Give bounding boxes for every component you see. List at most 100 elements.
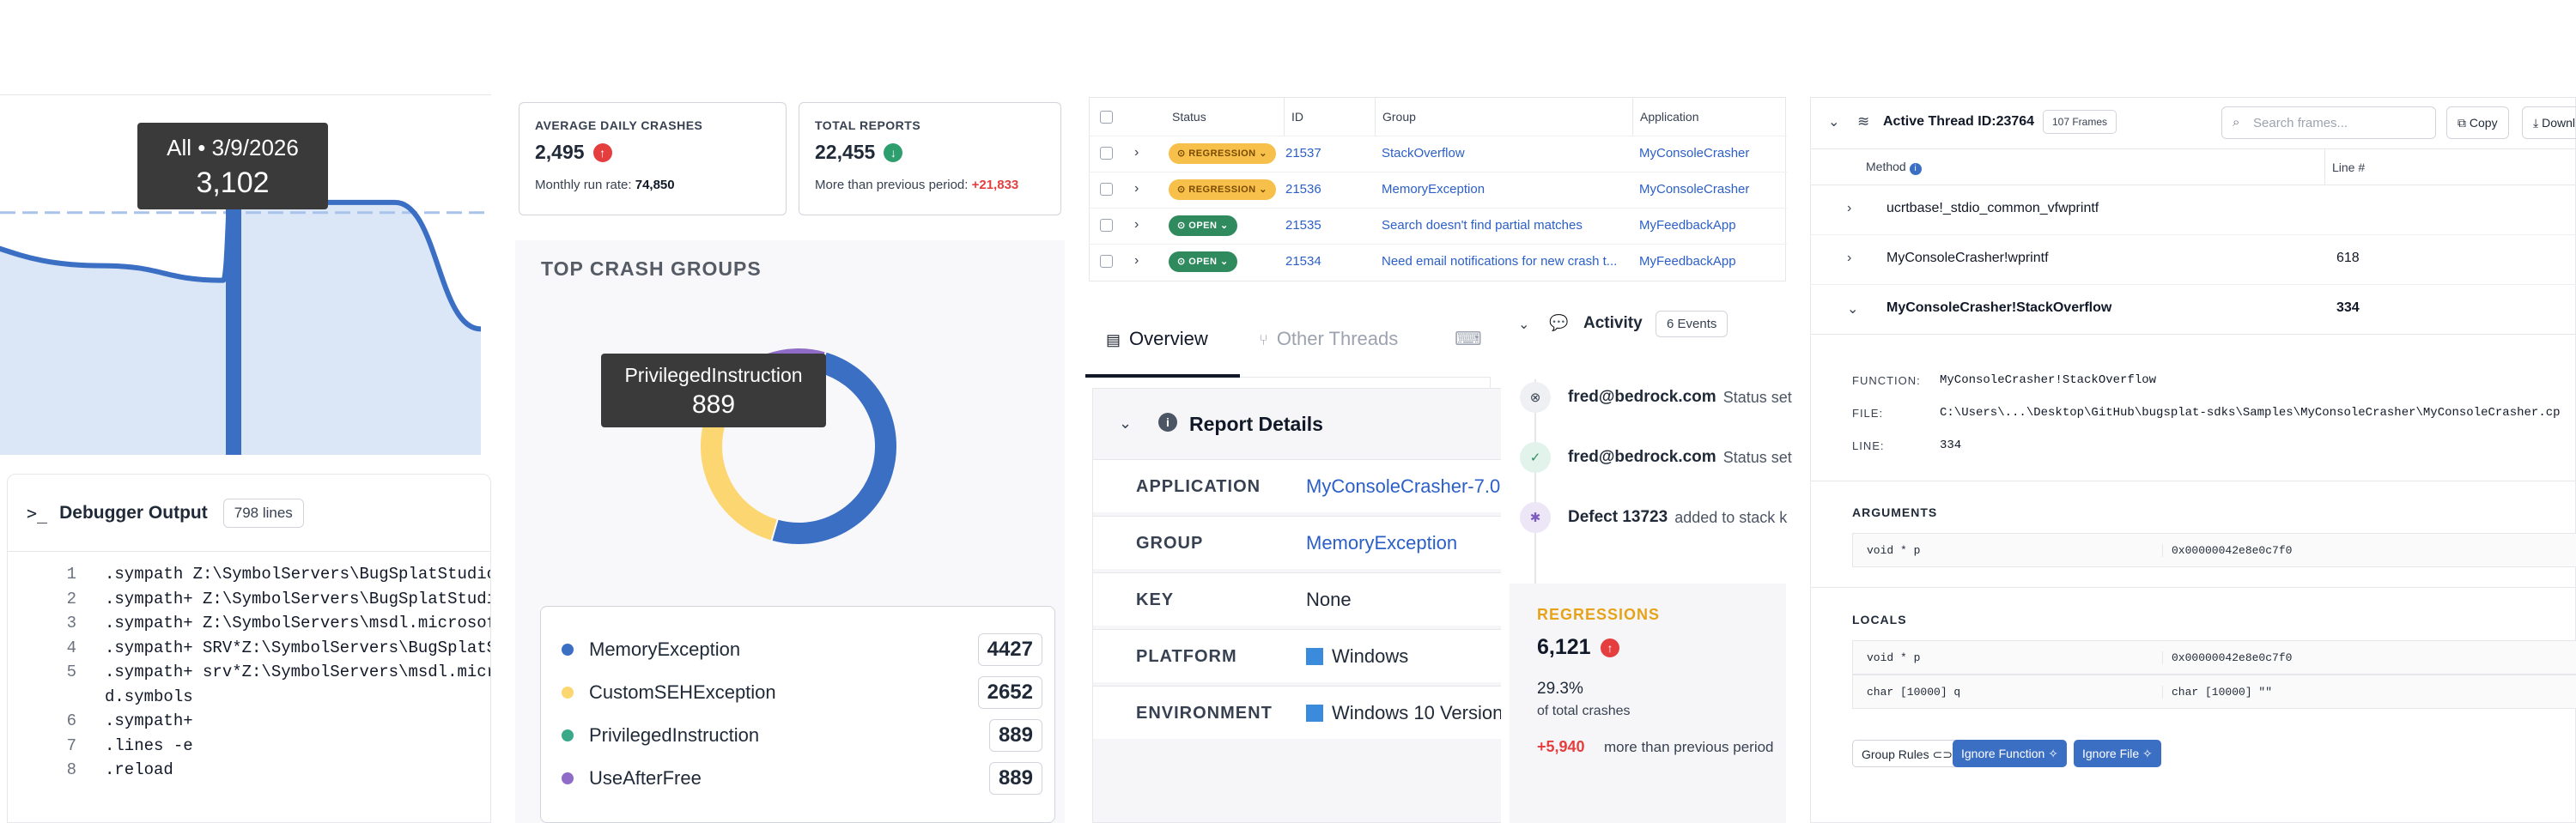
frame-columns: Method i Line #: [1811, 149, 2576, 185]
activity-item[interactable]: ✱ Defect 13723 added to stack k: [1520, 496, 1787, 539]
sparkle-icon: ✧: [2048, 747, 2058, 760]
collapse-chevron-icon[interactable]: ⌄: [1119, 415, 1132, 433]
status-badge[interactable]: ⊙ REGRESSION ⌄: [1169, 179, 1276, 200]
copy-icon: ⧉: [2458, 116, 2466, 130]
status-circle-icon: ⊗: [1520, 382, 1551, 413]
table-row[interactable]: › ⊙ REGRESSION ⌄ 21537 StackOverflow MyConso…: [1090, 136, 1787, 171]
collapse-chevron-icon[interactable]: ⌄: [1828, 113, 1839, 130]
detail-value[interactable]: MemoryException: [1306, 532, 1457, 554]
report-details-title: Report Details: [1189, 413, 1323, 435]
col-group[interactable]: Group: [1375, 98, 1416, 136]
frame-row[interactable]: › MyConsoleCrasher!wprintf 618: [1811, 235, 2576, 285]
debugger-header: >_ Debugger Output 798 lines: [8, 475, 490, 552]
status-badge[interactable]: ⊙ REGRESSION ⌄: [1169, 143, 1276, 164]
file-value: C:\Users\...\Desktop\GitHub\bugsplat-sdk…: [1940, 406, 2561, 420]
legend-item[interactable]: PrivilegedInstruction 889: [562, 718, 1042, 753]
legend-item[interactable]: MemoryException 4427: [562, 632, 1042, 667]
activity-actor: Defect 13723: [1568, 508, 1668, 526]
application-link[interactable]: MyFeedbackApp: [1639, 254, 1736, 269]
frame-row[interactable]: › ucrtbase!_stdio_common_vfwprintf: [1811, 185, 2576, 235]
frame-line: 334: [2336, 300, 2360, 315]
col-application[interactable]: Application: [1632, 98, 1699, 136]
table-row[interactable]: › ⊙ OPEN ⌄ 21535 Search doesn't find partia…: [1090, 208, 1787, 243]
chevron-right-icon[interactable]: ›: [1134, 253, 1139, 269]
crash-id-link[interactable]: 21536: [1285, 182, 1321, 197]
row-checkbox[interactable]: [1100, 255, 1113, 268]
table-row[interactable]: › ⊙ OPEN ⌄ 21534 Need email notifications f…: [1090, 244, 1787, 279]
ignore-file-button[interactable]: Ignore File ✧: [2074, 740, 2161, 767]
group-link[interactable]: StackOverflow: [1382, 146, 1639, 160]
row-checkbox[interactable]: [1100, 147, 1113, 160]
crash-id-link[interactable]: 21534: [1285, 254, 1321, 269]
debugger-title: Debugger Output: [59, 502, 208, 523]
tab-overview[interactable]: ▤ Overview: [1106, 328, 1208, 350]
keyboard-icon[interactable]: ⌨: [1455, 328, 1482, 350]
legend-label: MemoryException: [589, 638, 741, 660]
collapse-chevron-icon[interactable]: ⌄: [1518, 316, 1529, 333]
thread-header: ⌄ ≋ Active Thread ID:23764 107 Frames ⌕ …: [1811, 98, 2576, 149]
application-link[interactable]: MyConsoleCrasher: [1639, 182, 1749, 197]
line-key: LINE:: [1852, 439, 1885, 452]
application-link[interactable]: MyFeedbackApp: [1639, 218, 1736, 233]
locals-title: LOCALS: [1852, 613, 1907, 626]
download-button[interactable]: ⤓ Downl: [2522, 106, 2576, 139]
function-key: FUNCTION:: [1852, 374, 1921, 387]
legend-item[interactable]: CustomSEHException 2652: [562, 675, 1042, 710]
group-link[interactable]: Need email notifications for new crash t…: [1382, 254, 1639, 269]
crash-groups-table: Status ID Group Application › ⊙ REGRESSIO…: [1089, 97, 1787, 281]
avg-daily-crashes-card: AVERAGE DAILY CRASHES 2,495 ↑ Monthly run…: [519, 102, 787, 215]
chevron-right-icon[interactable]: ›: [1134, 145, 1139, 160]
col-line[interactable]: Line #: [2324, 149, 2365, 185]
row-checkbox[interactable]: [1100, 219, 1113, 232]
activity-text: added to stack k: [1674, 508, 1788, 526]
status-badge[interactable]: ⊙ OPEN ⌄: [1169, 215, 1237, 236]
activity-panel: ⌄ 💬 Activity 6 Events ⊗ fred@bedrock.com…: [1501, 302, 1792, 823]
chevron-right-icon[interactable]: ›: [1134, 181, 1139, 197]
search-frames-input[interactable]: ⌕ Search frames...: [2221, 106, 2436, 139]
table-row[interactable]: › ⊙ REGRESSION ⌄ 21536 MemoryException MyCon…: [1090, 172, 1787, 207]
select-all-checkbox[interactable]: [1100, 111, 1113, 124]
legend-dot: [562, 772, 574, 784]
application-link[interactable]: MyConsoleCrasher: [1639, 146, 1749, 160]
regressions-value: 6,121: [1537, 635, 1591, 659]
chart-tooltip: All • 3/9/2026 3,102: [137, 123, 328, 209]
windows-icon: [1306, 648, 1323, 665]
col-status[interactable]: Status: [1172, 98, 1206, 136]
col-id[interactable]: ID: [1284, 98, 1303, 136]
copy-button[interactable]: ⧉ Copy: [2446, 106, 2509, 139]
crash-id-link[interactable]: 21537: [1285, 146, 1321, 160]
line-code: .sympath Z:\SymbolServers\BugSplatStudio…: [105, 565, 491, 584]
group-link[interactable]: MemoryException: [1382, 182, 1639, 197]
ignore-function-button[interactable]: Ignore Function ✧: [1953, 740, 2067, 767]
local-row: char [10000] q char [10000] "": [1852, 675, 2576, 709]
group-rules-button[interactable]: Group Rules ⊂⊃: [1852, 740, 1962, 767]
status-badge[interactable]: ⊙ OPEN ⌄: [1169, 251, 1237, 272]
detail-key: KEY: [1136, 590, 1175, 609]
arrow-down-icon: ↓: [884, 142, 903, 162]
detail-value[interactable]: MyConsoleCrasher-7.0.: [1306, 475, 1505, 498]
tab-other-threads[interactable]: ⑂ Other Threads: [1259, 328, 1398, 350]
frame-name: MyConsoleCrasher!StackOverflow: [1886, 300, 2112, 315]
line-number: 2: [66, 589, 76, 608]
frame-row-expanded[interactable]: ⌄ MyConsoleCrasher!StackOverflow 334: [1811, 285, 2576, 335]
donut-tooltip-value: 889: [691, 390, 736, 419]
search-icon: ⌕: [2233, 115, 2240, 130]
total-value: 22,455: [815, 141, 876, 163]
row-checkbox[interactable]: [1100, 183, 1113, 196]
activity-item[interactable]: ✓ fred@bedrock.com Status set: [1520, 436, 1792, 479]
regressions-label: REGRESSIONS: [1537, 606, 1661, 623]
function-value: MyConsoleCrasher!StackOverflow: [1940, 373, 2157, 387]
crash-id-link[interactable]: 21535: [1285, 218, 1321, 233]
status-dot-icon: ⊙: [1177, 185, 1186, 195]
legend-item[interactable]: UseAfterFree 889: [562, 761, 1042, 796]
col-method[interactable]: Method i: [1866, 160, 1922, 175]
line-code: .reload: [105, 760, 173, 779]
chevron-right-icon[interactable]: ›: [1134, 217, 1139, 233]
legend-label: UseAfterFree: [589, 767, 702, 789]
activity-item[interactable]: ⊗ fred@bedrock.com Status set: [1520, 376, 1792, 419]
group-link[interactable]: Search doesn't find partial matches: [1382, 218, 1639, 233]
document-icon: ▤: [1106, 331, 1121, 348]
line-value: 334: [1940, 439, 1962, 452]
donut-tooltip: PrivilegedInstruction 889: [601, 354, 826, 427]
chart-tooltip-value: 3,102: [196, 166, 270, 199]
